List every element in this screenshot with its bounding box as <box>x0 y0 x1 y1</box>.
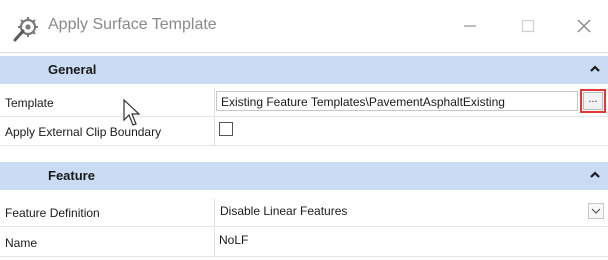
feature-definition-select[interactable]: Disable Linear Features <box>216 201 606 222</box>
name-row: Name NoLF <box>0 228 608 257</box>
mouse-cursor-icon <box>123 98 141 126</box>
name-label: Name <box>5 236 38 250</box>
dropdown-button[interactable] <box>588 203 604 219</box>
feature-definition-row: Feature Definition Disable Linear Featur… <box>0 198 608 227</box>
column-divider <box>214 198 215 226</box>
name-field[interactable]: NoLF <box>219 233 248 247</box>
window-title: Apply Surface Template <box>48 16 217 33</box>
template-field[interactable]: Existing Feature Templates\PavementAspha… <box>216 91 578 111</box>
apply-clip-row: Apply External Clip Boundary <box>0 117 608 146</box>
column-divider <box>214 117 215 145</box>
feature-section-header[interactable]: Feature <box>0 162 608 190</box>
general-section-header[interactable]: General <box>0 56 608 84</box>
template-label: Template <box>5 96 54 110</box>
general-section-label: General <box>48 62 97 77</box>
feature-section-label: Feature <box>48 168 95 183</box>
close-icon <box>577 19 591 33</box>
feature-definition-value: Disable Linear Features <box>220 204 348 218</box>
feature-definition-label: Feature Definition <box>5 206 100 220</box>
chevron-up-icon[interactable] <box>588 62 602 76</box>
chevron-down-icon <box>591 208 601 214</box>
minimize-button[interactable] <box>448 8 492 44</box>
title-bar: Apply Surface Template <box>0 0 608 53</box>
template-row: Template Existing Feature Templates\Pave… <box>0 88 608 117</box>
gear-tool-icon <box>13 17 38 42</box>
apply-clip-checkbox[interactable] <box>219 122 233 136</box>
column-divider <box>214 228 215 256</box>
minimize-icon <box>464 25 476 27</box>
column-divider <box>214 88 215 116</box>
maximize-icon <box>521 19 535 33</box>
maximize-button[interactable] <box>506 8 550 44</box>
browse-button-label: ... <box>583 92 603 110</box>
browse-template-button[interactable]: ... <box>580 89 606 113</box>
chevron-up-icon[interactable] <box>588 168 602 182</box>
close-button[interactable] <box>562 8 606 44</box>
